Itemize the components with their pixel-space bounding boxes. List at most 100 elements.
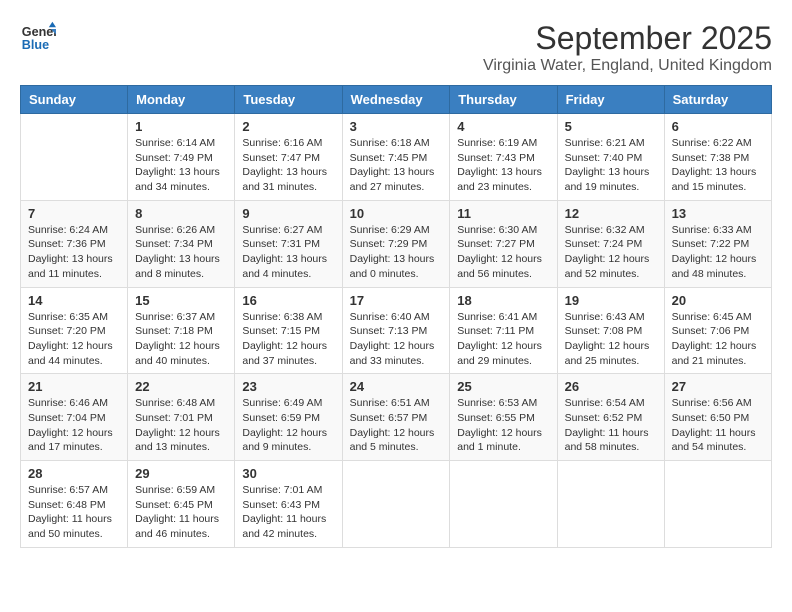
calendar-cell: 29 Sunrise: 6:59 AM Sunset: 6:45 PM Dayli…: [128, 461, 235, 548]
day-number: 22: [135, 379, 227, 394]
calendar-cell: 19 Sunrise: 6:43 AM Sunset: 7:08 PM Dayli…: [557, 287, 664, 374]
day-number: 25: [457, 379, 549, 394]
day-number: 26: [565, 379, 657, 394]
calendar-cell: 13Sunrise: 6:33 AM Sunset: 7:22 PM Dayli…: [664, 200, 771, 287]
day-info: Sunrise: 6:22 AM Sunset: 7:38 PM Dayligh…: [672, 136, 764, 195]
day-info: Sunrise: 6:54 AM Sunset: 6:52 PM Dayligh…: [565, 396, 657, 455]
calendar-cell: 21 Sunrise: 6:46 AM Sunset: 7:04 PM Dayli…: [21, 374, 128, 461]
day-info: Sunrise: 6:40 AM Sunset: 7:13 PM Dayligh…: [350, 310, 443, 369]
calendar-cell: 11 Sunrise: 6:30 AM Sunset: 7:27 PM Dayli…: [450, 200, 557, 287]
day-info: Sunrise: 6:46 AM Sunset: 7:04 PM Dayligh…: [28, 396, 120, 455]
calendar-cell: 10Sunrise: 6:29 AM Sunset: 7:29 PM Dayli…: [342, 200, 450, 287]
title-block: September 2025 Virginia Water, England, …: [483, 20, 772, 75]
calendar-cell: 26 Sunrise: 6:54 AM Sunset: 6:52 PM Dayli…: [557, 374, 664, 461]
day-info: Sunrise: 6:59 AM Sunset: 6:45 PM Dayligh…: [135, 483, 227, 542]
calendar-cell: 1 Sunrise: 6:14 AM Sunset: 7:49 PM Daylig…: [128, 114, 235, 201]
day-info: Sunrise: 6:41 AM Sunset: 7:11 PM Dayligh…: [457, 310, 549, 369]
calendar-cell: 27 Sunrise: 6:56 AM Sunset: 6:50 PM Dayli…: [664, 374, 771, 461]
week-row-4: 21 Sunrise: 6:46 AM Sunset: 7:04 PM Dayli…: [21, 374, 772, 461]
day-info: Sunrise: 7:01 AM Sunset: 6:43 PM Dayligh…: [242, 483, 334, 542]
calendar-cell: 7 Sunrise: 6:24 AM Sunset: 7:36 PM Daylig…: [21, 200, 128, 287]
day-number: 11: [457, 206, 549, 221]
day-number: 1: [135, 119, 227, 134]
day-number: 14: [28, 293, 120, 308]
day-number: 27: [672, 379, 764, 394]
week-row-2: 7 Sunrise: 6:24 AM Sunset: 7:36 PM Daylig…: [21, 200, 772, 287]
calendar-cell: 5 Sunrise: 6:21 AM Sunset: 7:40 PM Daylig…: [557, 114, 664, 201]
logo: General Blue: [20, 20, 56, 56]
day-info: Sunrise: 6:56 AM Sunset: 6:50 PM Dayligh…: [672, 396, 764, 455]
page-header: General Blue September 2025 Virginia Wat…: [20, 20, 772, 75]
day-info: Sunrise: 6:21 AM Sunset: 7:40 PM Dayligh…: [565, 136, 657, 195]
day-number: 12: [565, 206, 657, 221]
day-number: 17: [350, 293, 443, 308]
day-number: 23: [242, 379, 334, 394]
calendar-cell: [664, 461, 771, 548]
day-info: Sunrise: 6:43 AM Sunset: 7:08 PM Dayligh…: [565, 310, 657, 369]
day-number: 10: [350, 206, 443, 221]
day-header-wednesday: Wednesday: [342, 86, 450, 114]
calendar-cell: 25Sunrise: 6:53 AM Sunset: 6:55 PM Dayli…: [450, 374, 557, 461]
day-info: Sunrise: 6:48 AM Sunset: 7:01 PM Dayligh…: [135, 396, 227, 455]
day-info: Sunrise: 6:18 AM Sunset: 7:45 PM Dayligh…: [350, 136, 443, 195]
day-number: 28: [28, 466, 120, 481]
day-info: Sunrise: 6:45 AM Sunset: 7:06 PM Dayligh…: [672, 310, 764, 369]
day-number: 19: [565, 293, 657, 308]
day-number: 24: [350, 379, 443, 394]
day-header-sunday: Sunday: [21, 86, 128, 114]
svg-text:Blue: Blue: [22, 38, 49, 52]
day-info: Sunrise: 6:51 AM Sunset: 6:57 PM Dayligh…: [350, 396, 443, 455]
day-number: 16: [242, 293, 334, 308]
day-number: 7: [28, 206, 120, 221]
calendar-cell: 4 Sunrise: 6:19 AM Sunset: 7:43 PM Daylig…: [450, 114, 557, 201]
day-info: Sunrise: 6:38 AM Sunset: 7:15 PM Dayligh…: [242, 310, 334, 369]
calendar-cell: 14 Sunrise: 6:35 AM Sunset: 7:20 PM Dayli…: [21, 287, 128, 374]
week-row-5: 28 Sunrise: 6:57 AM Sunset: 6:48 PM Dayli…: [21, 461, 772, 548]
day-number: 18: [457, 293, 549, 308]
calendar-cell: 20 Sunrise: 6:45 AM Sunset: 7:06 PM Dayli…: [664, 287, 771, 374]
week-row-3: 14 Sunrise: 6:35 AM Sunset: 7:20 PM Dayli…: [21, 287, 772, 374]
calendar-cell: 6 Sunrise: 6:22 AM Sunset: 7:38 PM Daylig…: [664, 114, 771, 201]
day-info: Sunrise: 6:37 AM Sunset: 7:18 PM Dayligh…: [135, 310, 227, 369]
day-header-thursday: Thursday: [450, 86, 557, 114]
day-number: 3: [350, 119, 443, 134]
calendar-cell: [557, 461, 664, 548]
calendar-cell: 16 Sunrise: 6:38 AM Sunset: 7:15 PM Dayli…: [235, 287, 342, 374]
day-number: 20: [672, 293, 764, 308]
day-header-tuesday: Tuesday: [235, 86, 342, 114]
calendar-cell: 30 Sunrise: 7:01 AM Sunset: 6:43 PM Dayli…: [235, 461, 342, 548]
day-number: 30: [242, 466, 334, 481]
day-info: Sunrise: 6:35 AM Sunset: 7:20 PM Dayligh…: [28, 310, 120, 369]
day-info: Sunrise: 6:30 AM Sunset: 7:27 PM Dayligh…: [457, 223, 549, 282]
day-number: 5: [565, 119, 657, 134]
day-info: Sunrise: 6:16 AM Sunset: 7:47 PM Dayligh…: [242, 136, 334, 195]
calendar-cell: 24 Sunrise: 6:51 AM Sunset: 6:57 PM Dayli…: [342, 374, 450, 461]
day-number: 15: [135, 293, 227, 308]
calendar-table: SundayMondayTuesdayWednesdayThursdayFrid…: [20, 85, 772, 548]
calendar-cell: [21, 114, 128, 201]
day-number: 29: [135, 466, 227, 481]
calendar-cell: [342, 461, 450, 548]
day-info: Sunrise: 6:19 AM Sunset: 7:43 PM Dayligh…: [457, 136, 549, 195]
day-info: Sunrise: 6:57 AM Sunset: 6:48 PM Dayligh…: [28, 483, 120, 542]
calendar-cell: 15 Sunrise: 6:37 AM Sunset: 7:18 PM Dayli…: [128, 287, 235, 374]
header-row: SundayMondayTuesdayWednesdayThursdayFrid…: [21, 86, 772, 114]
calendar-cell: 28 Sunrise: 6:57 AM Sunset: 6:48 PM Dayli…: [21, 461, 128, 548]
day-header-monday: Monday: [128, 86, 235, 114]
calendar-cell: 3 Sunrise: 6:18 AM Sunset: 7:45 PM Daylig…: [342, 114, 450, 201]
day-number: 2: [242, 119, 334, 134]
logo-icon: General Blue: [20, 20, 56, 56]
day-info: Sunrise: 6:24 AM Sunset: 7:36 PM Dayligh…: [28, 223, 120, 282]
day-info: Sunrise: 6:14 AM Sunset: 7:49 PM Dayligh…: [135, 136, 227, 195]
calendar-cell: [450, 461, 557, 548]
day-number: 8: [135, 206, 227, 221]
day-number: 6: [672, 119, 764, 134]
day-number: 4: [457, 119, 549, 134]
calendar-cell: 22 Sunrise: 6:48 AM Sunset: 7:01 PM Dayli…: [128, 374, 235, 461]
calendar-cell: 8Sunrise: 6:26 AM Sunset: 7:34 PM Daylig…: [128, 200, 235, 287]
location: Virginia Water, England, United Kingdom: [483, 57, 772, 75]
calendar-cell: 9Sunrise: 6:27 AM Sunset: 7:31 PM Daylig…: [235, 200, 342, 287]
day-number: 21: [28, 379, 120, 394]
day-number: 9: [242, 206, 334, 221]
calendar-cell: 18 Sunrise: 6:41 AM Sunset: 7:11 PM Dayli…: [450, 287, 557, 374]
